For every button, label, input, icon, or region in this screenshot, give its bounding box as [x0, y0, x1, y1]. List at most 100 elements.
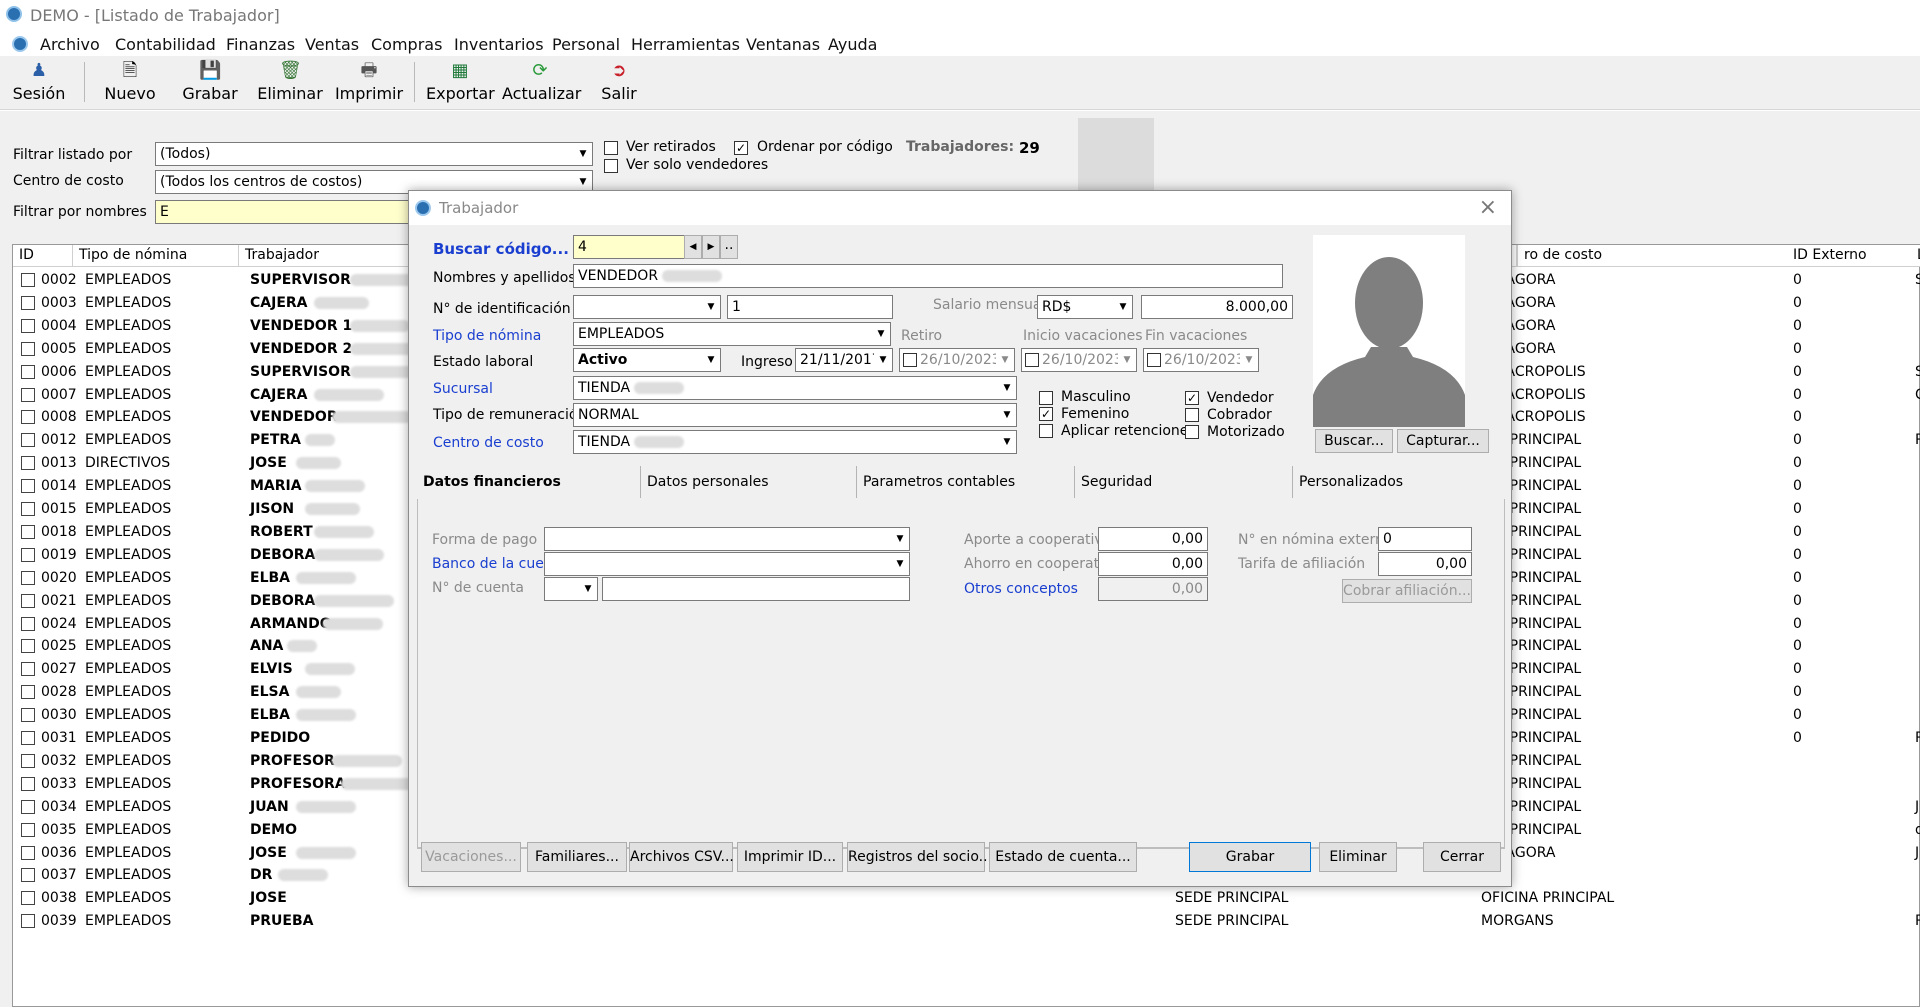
menu-ventanas[interactable]: Ventanas: [746, 35, 820, 54]
eliminar-dialog-button[interactable]: Eliminar: [1319, 842, 1397, 872]
ident-type-select[interactable]: ▼: [573, 295, 721, 319]
actualizar-button[interactable]: ⟳ Actualizar: [502, 60, 581, 106]
retenciones-checkbox[interactable]: [1039, 424, 1053, 438]
estado-select[interactable]: Activo ▼: [573, 348, 721, 372]
chevron-down-icon[interactable]: ▼: [874, 349, 892, 371]
cobrar-afiliacion-button[interactable]: Cobrar afiliación...: [1342, 579, 1472, 603]
menu-ayuda[interactable]: Ayuda: [828, 35, 877, 54]
motorizado-checkbox[interactable]: [1185, 425, 1199, 439]
familiares-button[interactable]: Familiares...: [527, 842, 627, 872]
menu-personal[interactable]: Personal: [552, 35, 620, 54]
row-checkbox[interactable]: [21, 845, 35, 860]
cerrar-dialog-button[interactable]: Cerrar: [1423, 842, 1501, 872]
remuneracion-select[interactable]: NORMAL ▼: [573, 403, 1017, 427]
ahorro-input[interactable]: 0,00: [1098, 552, 1208, 576]
row-checkbox[interactable]: [21, 776, 35, 791]
row-checkbox[interactable]: [21, 708, 35, 723]
chevron-down-icon[interactable]: ▼: [891, 553, 909, 575]
salario-input[interactable]: 8.000,00: [1141, 295, 1293, 319]
retiro-date[interactable]: 26/10/2023 ▼: [899, 348, 1015, 372]
registros-socio-button[interactable]: Registros del socio...: [847, 842, 992, 872]
row-checkbox[interactable]: [21, 479, 35, 494]
tab-datos-financieros[interactable]: Datos financieros: [417, 466, 641, 498]
row-checkbox[interactable]: [21, 524, 35, 539]
column-header-externo[interactable]: ID Externo: [1787, 245, 1920, 267]
identificacion-input[interactable]: 1: [727, 295, 893, 319]
chevron-down-icon[interactable]: ▼: [702, 349, 720, 371]
chevron-down-icon[interactable]: ▼: [1114, 296, 1132, 318]
chevron-down-icon[interactable]: ▼: [996, 349, 1014, 371]
masculino-checkbox[interactable]: [1039, 391, 1053, 405]
row-checkbox[interactable]: [21, 273, 35, 287]
row-checkbox[interactable]: [21, 891, 35, 906]
chevron-down-icon[interactable]: ▼: [998, 377, 1016, 399]
imprimir-id-button[interactable]: Imprimir ID...: [737, 842, 843, 872]
menu-compras[interactable]: Compras: [371, 35, 442, 54]
chevron-down-icon[interactable]: ▼: [1240, 349, 1258, 371]
grabar-dialog-button[interactable]: Grabar: [1189, 842, 1311, 872]
ordenar-codigo-checkbox[interactable]: ✓: [734, 141, 748, 155]
ver-retirados-checkbox[interactable]: [604, 141, 618, 155]
next-record-button[interactable]: ▶: [702, 235, 720, 259]
femenino-checkbox[interactable]: ✓: [1039, 407, 1053, 421]
row-checkbox[interactable]: [21, 502, 35, 516]
ingreso-date[interactable]: 21/11/2017 ▼: [795, 348, 893, 372]
tarifa-input[interactable]: 0,00: [1378, 552, 1472, 576]
row-checkbox[interactable]: [21, 685, 35, 700]
sesion-button[interactable]: ♟ Sesión: [12, 60, 66, 106]
menu-herramientas[interactable]: Herramientas: [631, 35, 740, 54]
row-checkbox[interactable]: [21, 387, 35, 402]
tipo-nomina-select[interactable]: EMPLEADOS ▼: [573, 322, 891, 346]
chevron-down-icon[interactable]: ▼: [579, 578, 597, 600]
column-header-id[interactable]: ID: [13, 245, 73, 267]
tab-parametros-contables[interactable]: Parametros contables: [857, 466, 1075, 498]
row-checkbox[interactable]: [21, 341, 35, 356]
salir-button[interactable]: ➲ Salir: [596, 60, 642, 106]
retiro-checkbox[interactable]: [903, 353, 917, 367]
chevron-down-icon[interactable]: ▼: [1118, 349, 1136, 371]
app-menu-icon[interactable]: [12, 36, 28, 52]
table-row[interactable]: 0039 EMPLEADOS PRUEBA SEDE PRINCIPAL MORGANS…: [13, 910, 1920, 933]
codigo-input[interactable]: 4: [573, 235, 685, 259]
archivos-csv-button[interactable]: Archivos CSV...: [629, 842, 734, 872]
menu-inventarios[interactable]: Inventarios: [454, 35, 544, 54]
menu-ventas[interactable]: Ventas: [305, 35, 359, 54]
row-checkbox[interactable]: [21, 799, 35, 814]
row-checkbox[interactable]: [21, 570, 35, 585]
row-checkbox[interactable]: [21, 547, 35, 562]
buscar-photo-button[interactable]: Buscar...: [1315, 429, 1393, 453]
grabar-button[interactable]: 💾 Grabar: [180, 60, 240, 106]
estado-cuenta-button[interactable]: Estado de cuenta...: [989, 842, 1137, 872]
more-button[interactable]: ..: [720, 235, 738, 259]
row-checkbox[interactable]: [21, 639, 35, 654]
eliminar-button[interactable]: 🗑 Eliminar: [256, 60, 324, 106]
nomina-externa-input[interactable]: 0: [1378, 527, 1472, 551]
menu-finanzas[interactable]: Finanzas: [226, 35, 295, 54]
sucursal-select[interactable]: TIENDA ▼: [573, 376, 1017, 400]
column-header-centro[interactable]: ro de costo: [1517, 245, 1797, 267]
capturar-photo-button[interactable]: Capturar...: [1397, 429, 1489, 453]
row-checkbox[interactable]: [21, 318, 35, 333]
banco-select[interactable]: ▼: [544, 552, 910, 576]
chevron-down-icon[interactable]: ▼: [702, 296, 720, 318]
row-checkbox[interactable]: [21, 433, 35, 448]
filtrar-select[interactable]: (Todos) ▼: [155, 142, 593, 166]
nuevo-button[interactable]: 🗎 Nuevo: [100, 60, 160, 106]
fin-vacaciones-checkbox[interactable]: [1147, 353, 1161, 367]
exportar-button[interactable]: ▦ Exportar: [426, 60, 495, 106]
column-header-tipo[interactable]: Tipo de nómina: [73, 245, 239, 267]
vacaciones-button[interactable]: Vacaciones...: [421, 842, 521, 872]
cuenta-input[interactable]: [602, 577, 910, 601]
imprimir-button[interactable]: 🖶 Imprimir: [334, 60, 404, 106]
vendedor-checkbox[interactable]: ✓: [1185, 391, 1199, 405]
row-checkbox[interactable]: [21, 456, 35, 471]
inicio-vacaciones-date[interactable]: 26/10/2023 ▼: [1021, 348, 1137, 372]
otros-conceptos-link[interactable]: Otros conceptos: [964, 581, 1078, 597]
menu-archivo[interactable]: Archivo: [40, 35, 100, 54]
row-checkbox[interactable]: [21, 822, 35, 837]
ver-vendedores-checkbox[interactable]: [604, 159, 618, 173]
sucursal-link[interactable]: Sucursal: [433, 381, 493, 397]
row-checkbox[interactable]: [21, 410, 35, 425]
row-checkbox[interactable]: [21, 662, 35, 677]
chevron-down-icon[interactable]: ▼: [891, 528, 909, 550]
